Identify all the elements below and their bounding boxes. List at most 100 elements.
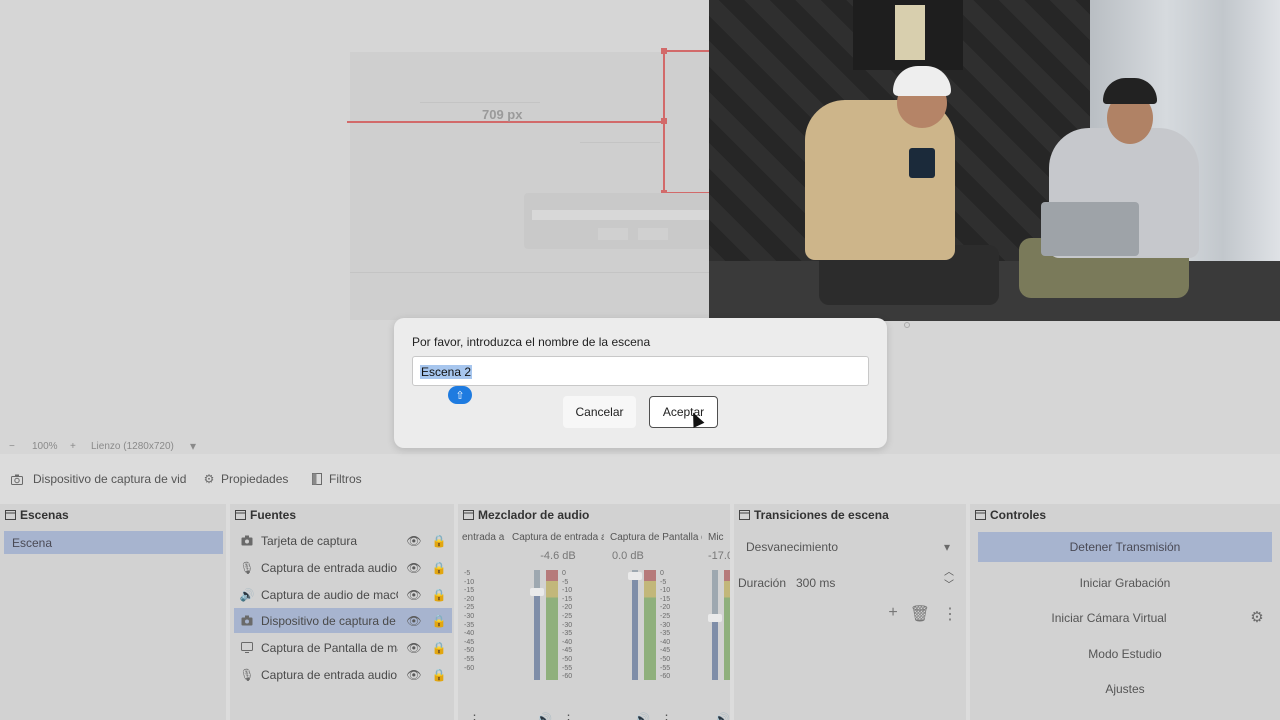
cancel-button[interactable]: Cancelar [563,396,636,428]
laptop [1041,202,1139,256]
volume-slider[interactable] [632,570,638,680]
lock-icon[interactable]: 🔒 [430,668,448,682]
source-selection-box[interactable] [661,48,713,196]
gear-icon[interactable]: ⚙ [1250,609,1264,626]
mute-speaker-icon[interactable]: 🔊 [536,712,552,720]
mixer-channel: Captura de entrada a -4.6 dB 0 -5 -10 -1… [512,530,608,720]
meter-scale: -5 -10 -15 -20 -25 -30 -35 -40 -45 -50 -… [464,570,474,673]
eye-icon[interactable]: 👁 [405,534,423,548]
scale-tick: -55 [660,664,671,672]
scene-item[interactable]: Escena [4,531,223,554]
zoom-in-button[interactable]: + [70,441,76,452]
volume-knob[interactable] [628,572,642,580]
volume-slider[interactable] [534,570,540,680]
source-label: Captura de entrada audio 2 [261,560,398,575]
scale-tick: -15 [464,587,475,595]
dock-icon [974,509,986,521]
ghost-input [532,210,712,220]
filter-icon [310,472,324,486]
lock-icon[interactable]: 🔒 [430,588,448,602]
scale-tick: -10 [562,587,573,595]
more-icon[interactable]: ⋮ [942,604,958,624]
channel-name: Captura de Pantalla d [610,532,702,543]
transition-actions: + 🗑 ⋮ [888,604,958,624]
nested-preview-ghost [350,52,710,320]
ghost-button [638,228,668,240]
zoom-dropdown-icon[interactable]: ▾ [190,439,196,453]
channel-menu-icon[interactable]: ⋮ [660,712,673,720]
scale-tick: -45 [464,638,475,646]
scene-name-input[interactable] [412,356,869,386]
lock-icon[interactable]: 🔒 [430,561,448,575]
level-meter [644,570,656,680]
transitions-dock-title: Transiciones de escena [734,504,966,526]
scale-tick: -50 [464,647,475,655]
volume-knob[interactable] [530,588,544,596]
resize-handle[interactable] [661,118,667,124]
lock-icon[interactable]: 🔒 [430,641,448,655]
settings-button[interactable]: Ajustes [978,674,1272,704]
microphone-icon: 🎙 [239,667,255,682]
source-label: Captura de audio de macOS [261,587,398,602]
volume-slider[interactable] [712,570,718,680]
trash-icon[interactable]: 🗑 [910,604,930,624]
camera-feed [709,0,1280,321]
eye-icon[interactable]: 👁 [405,614,423,628]
studio-mode-button[interactable]: Modo Estudio [978,639,1272,669]
camera-icon [10,472,24,486]
dock-icon [738,509,750,521]
source-item[interactable]: Captura de Pantalla de macO 👁 🔒 [234,635,452,660]
scale-tick: -5 [562,578,569,586]
volume-knob[interactable] [708,614,722,622]
scale-tick: -15 [562,595,573,603]
duration-label: Duración [738,576,787,590]
level-meter [724,570,730,680]
mute-speaker-icon[interactable]: 🔊 [714,712,730,720]
scale-tick: 0 [562,570,566,577]
channel-menu-icon[interactable]: ⋮ [468,712,481,720]
scale-tick: -55 [464,655,475,663]
scale-tick: -50 [660,655,671,663]
source-item[interactable]: Tarjeta de captura 👁 🔒 [234,528,452,553]
scale-tick: -25 [660,612,671,620]
microphone-icon: 🎙 [239,560,255,575]
source-item[interactable]: 🎙 Captura de entrada audio 2 👁 🔒 [234,555,452,580]
sources-dock: Fuentes Tarjeta de captura 👁 🔒 🎙 Captura… [230,504,454,720]
lock-icon[interactable]: 🔒 [430,534,448,548]
lock-icon[interactable]: 🔒 [430,614,448,628]
mute-speaker-icon[interactable]: 🔊 [634,712,650,720]
camera-icon [240,614,254,628]
start-recording-button[interactable]: Iniciar Grabación [978,568,1272,598]
ghost-dialog [524,193,714,249]
filters-button[interactable]: Filtros [310,472,362,486]
scale-tick: -30 [660,621,671,629]
duration-input[interactable]: 300 ms [796,576,835,590]
eye-icon[interactable]: 👁 [405,588,423,602]
resize-handle[interactable] [661,48,667,54]
stop-streaming-button[interactable]: Detener Transmisión [978,532,1272,562]
zoom-out-button[interactable]: − [9,441,15,452]
eye-icon[interactable]: 👁 [405,561,423,575]
channel-db: 0.0 dB [612,550,644,562]
add-icon[interactable]: + [888,604,897,624]
channel-menu-icon[interactable]: ⋮ [562,712,575,720]
start-virtual-camera-button[interactable]: Iniciar Cámara Virtual [978,603,1240,633]
eye-icon[interactable]: 👁 [405,668,423,682]
properties-label: Propiedades [221,472,289,486]
scale-tick: -25 [464,604,475,612]
accept-button[interactable]: Aceptar [649,396,718,428]
mixer-channel: Mic -17.0 🔊 [708,530,730,720]
source-item-selected[interactable]: Dispositivo de captura de vid 👁 🔒 [234,608,452,633]
properties-button[interactable]: ⚙ Propiedades [202,472,289,486]
scale-tick: -35 [562,630,573,638]
resize-handle[interactable] [904,322,910,328]
ghost-button [598,228,628,240]
audio-mixer-dock: Mezclador de audio entrada a -5 -10 -15 … [458,504,730,720]
source-item[interactable]: 🔊 Captura de audio de macOS 👁 🔒 [234,582,452,607]
channel-db: -4.6 dB [540,550,576,562]
transition-select[interactable]: Desvanecimiento ▾ [740,534,960,560]
duration-stepper[interactable]: ︿ ﹀ [944,566,954,592]
source-item[interactable]: 🎙 Captura de entrada audio 👁 🔒 [234,662,452,687]
eye-icon[interactable]: 👁 [405,641,423,655]
gear-icon: ⚙ [203,472,215,486]
